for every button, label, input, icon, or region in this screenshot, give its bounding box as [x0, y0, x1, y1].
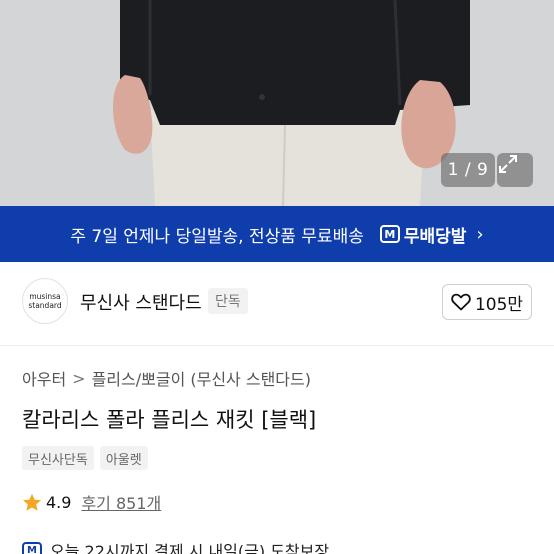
exclusive-tag: 단독 — [208, 288, 248, 314]
brand-logo-line2: standard — [28, 301, 62, 310]
musinsa-delivery-icon: M — [379, 225, 400, 243]
product-tags: 무신사단독 아울렛 — [22, 446, 154, 470]
like-button[interactable]: 105만 — [442, 284, 532, 320]
breadcrumb: 아우터 > 플리스/뽀글이 (무신사 스탠다드) — [22, 366, 311, 390]
badge-label: 무배당발 — [403, 226, 467, 247]
divider — [0, 345, 554, 346]
brand-name[interactable]: 무신사 스탠다드 — [80, 289, 202, 315]
chevron-right-icon: › — [476, 223, 484, 245]
same-day-badge: M 무배당발 — [379, 222, 467, 247]
breadcrumb-outer[interactable]: 아우터 — [22, 366, 66, 390]
tag-exclusive: 무신사단독 — [22, 446, 94, 470]
star-icon — [23, 493, 41, 511]
review-count-link[interactable]: 후기 851개 — [81, 490, 161, 514]
tag-outlet: 아울렛 — [99, 446, 148, 470]
banner-text: 주 7일 언제나 당일발송, 전상품 무료배송 — [70, 226, 364, 247]
delivery-guarantee: M 오늘 22시까지 결제 시 내일(금) 도착보장 — [22, 538, 329, 554]
breadcrumb-fleece[interactable]: 플리스/뽀글이 (무신사 스탠다드) — [92, 366, 311, 390]
heart-icon — [451, 293, 471, 311]
rating-row: 4.9 후기 851개 — [22, 490, 161, 514]
delivery-text: 오늘 22시까지 결제 시 내일(금) 도착보장 — [50, 542, 330, 554]
rating-score: 4.9 — [46, 492, 72, 512]
product-image[interactable]: 1 / 9 — [0, 0, 554, 206]
product-title: 칼라리스 폴라 플리스 재킷 [블랙] — [22, 408, 317, 432]
like-count: 105만 — [474, 294, 524, 315]
image-counter: 1 / 9 — [441, 153, 495, 187]
fullscreen-icon — [499, 155, 517, 173]
musinsa-delivery-icon: M — [22, 541, 42, 554]
free-shipping-banner[interactable]: 주 7일 언제나 당일발송, 전상품 무료배송 M 무배당발 › — [0, 206, 554, 262]
brand-row: musinsa standard 무신사 스탠다드 단독 105만 — [0, 270, 554, 334]
chevron-right-icon: > — [72, 368, 86, 388]
brand-logo-line1: musinsa — [29, 292, 61, 301]
brand-logo[interactable]: musinsa standard — [22, 278, 68, 324]
expand-icon[interactable] — [497, 153, 533, 187]
